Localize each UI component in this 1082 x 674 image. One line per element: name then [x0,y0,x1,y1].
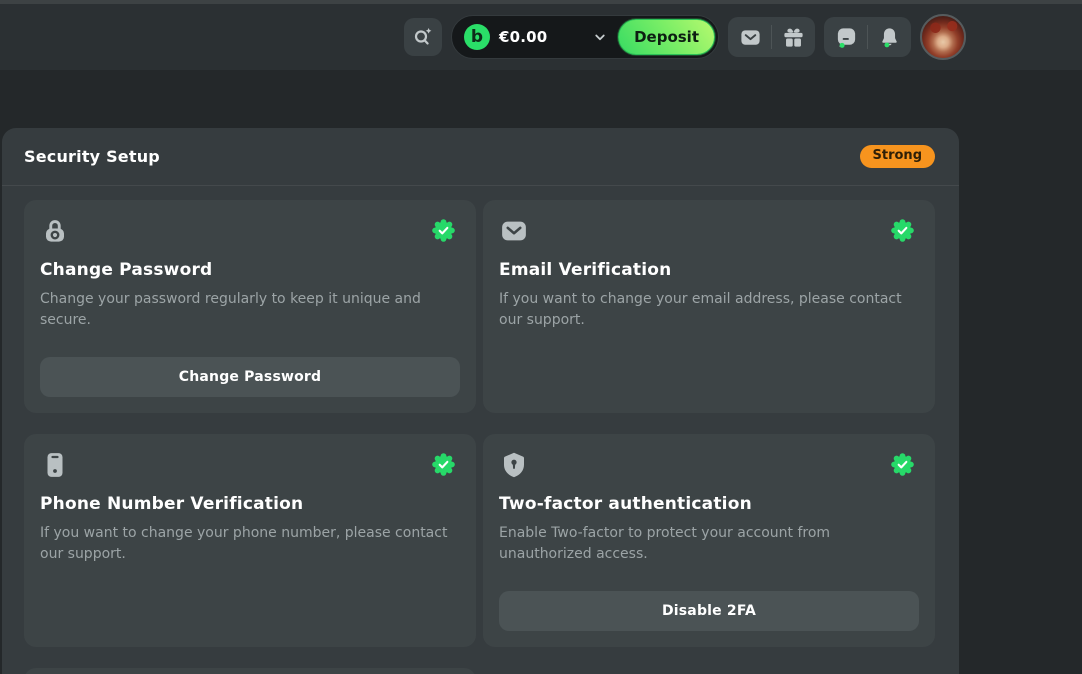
verified-check-icon [432,453,455,476]
verified-check-icon [891,219,914,242]
card-title: Change Password [40,260,460,280]
card-phone-verification: Phone Number Verification If you want to… [24,434,476,647]
verified-check-icon [432,219,455,242]
mail-gift-group [728,17,815,57]
chat-bell-group [824,17,911,57]
card-title: Phone Number Verification [40,494,460,514]
chevron-down-icon[interactable] [591,28,609,46]
wallet-balance-pill[interactable]: b €0.00 Deposit [451,15,719,59]
disable-2fa-button[interactable]: Disable 2FA [499,591,919,631]
security-setup-panel: Security Setup Strong [2,128,959,674]
group-divider [867,25,868,49]
gift-icon[interactable] [781,25,805,49]
currency-coin-icon: b [464,24,490,50]
security-cards-grid: Change Password Change your password reg… [2,186,959,674]
card-description: If you want to change your email address… [499,289,919,331]
lock-icon [40,216,70,246]
card-email-verification: Email Verification If you want to change… [483,200,935,413]
search-icon [411,25,435,49]
search-button[interactable] [404,18,442,56]
bell-icon[interactable] [877,25,901,49]
chat-icon[interactable] [834,25,858,49]
phone-icon [40,450,70,480]
card-title: Email Verification [499,260,919,280]
panel-header: Security Setup Strong [2,128,959,186]
top-navbar: b €0.00 Deposit [0,4,1082,70]
balance-amount: €0.00 [499,28,547,46]
user-avatar[interactable] [920,14,966,60]
card-change-password: Change Password Change your password reg… [24,200,476,413]
group-divider [771,25,772,49]
page-title: Security Setup [24,147,160,166]
verified-check-icon [891,453,914,476]
card-partial-bottom [24,668,476,674]
security-strength-badge: Strong [860,145,935,168]
shield-icon [499,450,529,480]
change-password-button[interactable]: Change Password [40,357,460,397]
envelope-icon [499,216,529,246]
deposit-button[interactable]: Deposit [618,19,715,55]
card-description: Change your password regularly to keep i… [40,289,460,331]
mail-icon[interactable] [738,25,762,49]
card-description: Enable Two-factor to protect your accoun… [499,523,919,565]
card-description: If you want to change your phone number,… [40,523,460,565]
card-two-factor: Two-factor authentication Enable Two-fac… [483,434,935,647]
card-title: Two-factor authentication [499,494,919,514]
